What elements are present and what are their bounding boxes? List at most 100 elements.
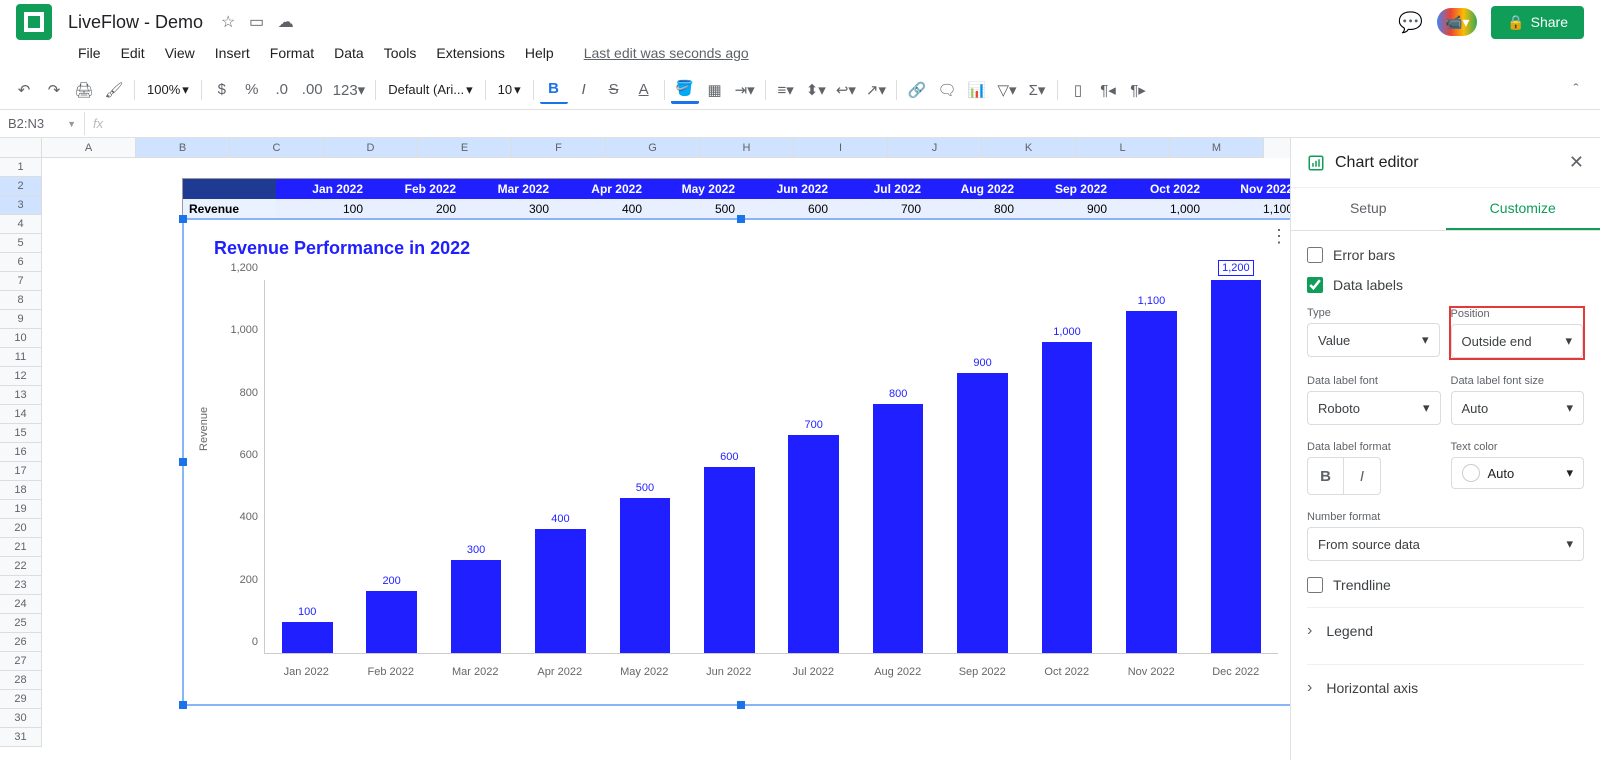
increase-decimal-icon[interactable]: .00: [298, 76, 327, 104]
col-header[interactable]: A: [42, 138, 136, 158]
row-header[interactable]: 19: [0, 500, 42, 519]
collapse-toolbar-icon[interactable]: ˆ: [1562, 76, 1590, 104]
borders-icon[interactable]: ▦: [701, 76, 729, 104]
number-format-select[interactable]: From source data▾: [1307, 527, 1584, 561]
wrap-icon[interactable]: ↩▾: [832, 76, 860, 104]
type-select[interactable]: Value▾: [1307, 323, 1440, 357]
row-header[interactable]: 13: [0, 386, 42, 405]
row-header[interactable]: 30: [0, 709, 42, 728]
rtl-icon-2[interactable]: ¶◂: [1094, 76, 1122, 104]
document-title[interactable]: LiveFlow - Demo: [68, 12, 203, 33]
font-select-datalabel[interactable]: Roboto▾: [1307, 391, 1441, 425]
rtl-icon-3[interactable]: ¶▸: [1124, 76, 1152, 104]
link-icon[interactable]: 🔗: [903, 76, 931, 104]
merge-icon[interactable]: ⇥▾: [731, 76, 759, 104]
row-header[interactable]: 11: [0, 348, 42, 367]
bold-format-button[interactable]: B: [1308, 458, 1344, 494]
position-select[interactable]: Outside end▾: [1451, 324, 1584, 358]
row-header[interactable]: 6: [0, 253, 42, 272]
row-header[interactable]: 9: [0, 310, 42, 329]
menu-data[interactable]: Data: [326, 41, 372, 65]
col-header[interactable]: L: [1076, 138, 1170, 158]
row-header[interactable]: 10: [0, 329, 42, 348]
row-header[interactable]: 31: [0, 728, 42, 747]
row-header[interactable]: 7: [0, 272, 42, 291]
data-labels-checkbox[interactable]: Data labels: [1307, 277, 1584, 293]
row-header[interactable]: 21: [0, 538, 42, 557]
textcolor-select[interactable]: Auto▾: [1451, 457, 1585, 489]
col-header[interactable]: E: [418, 138, 512, 158]
redo-icon[interactable]: ↷: [40, 76, 68, 104]
menu-format[interactable]: Format: [262, 41, 322, 65]
rtl-icon-1[interactable]: ▯: [1064, 76, 1092, 104]
italic-icon[interactable]: I: [570, 76, 598, 104]
col-header[interactable]: D: [324, 138, 418, 158]
col-header[interactable]: C: [230, 138, 324, 158]
row-header[interactable]: 29: [0, 690, 42, 709]
name-box[interactable]: B2:N3▼: [0, 112, 85, 135]
tab-setup[interactable]: Setup: [1291, 188, 1446, 230]
row-header[interactable]: 12: [0, 367, 42, 386]
spreadsheet-area[interactable]: ABCDEFGHIJKLM 12345678910111213141516171…: [0, 138, 1290, 760]
menu-insert[interactable]: Insert: [207, 41, 258, 65]
row-header[interactable]: 14: [0, 405, 42, 424]
col-header[interactable]: H: [700, 138, 794, 158]
font-size-select[interactable]: 10 ▾: [492, 82, 527, 98]
menu-view[interactable]: View: [157, 41, 203, 65]
star-icon[interactable]: ☆: [221, 14, 235, 31]
col-header[interactable]: F: [512, 138, 606, 158]
fill-color-icon[interactable]: 🪣: [671, 76, 699, 104]
insert-chart-icon[interactable]: 📊: [963, 76, 991, 104]
halign-icon[interactable]: ≡▾: [772, 76, 800, 104]
row-header[interactable]: 20: [0, 519, 42, 538]
row-header[interactable]: 3: [0, 196, 42, 215]
row-header[interactable]: 17: [0, 462, 42, 481]
row-header[interactable]: 4: [0, 215, 42, 234]
error-bars-checkbox[interactable]: Error bars: [1307, 247, 1584, 263]
col-header[interactable]: J: [888, 138, 982, 158]
row-header[interactable]: 24: [0, 595, 42, 614]
menu-file[interactable]: File: [70, 41, 109, 65]
menu-extensions[interactable]: Extensions: [428, 41, 512, 65]
currency-icon[interactable]: $: [208, 76, 236, 104]
percent-icon[interactable]: %: [238, 76, 266, 104]
legend-section[interactable]: › Legend: [1307, 607, 1584, 654]
share-button[interactable]: 🔒 Share: [1491, 6, 1584, 39]
comment-add-icon[interactable]: 🗨: [933, 76, 961, 104]
bold-icon[interactable]: B: [540, 76, 568, 104]
paint-format-icon[interactable]: 🖌: [100, 76, 128, 104]
row-header[interactable]: 26: [0, 633, 42, 652]
undo-icon[interactable]: ↶: [10, 76, 38, 104]
strike-icon[interactable]: S: [600, 76, 628, 104]
row-header[interactable]: 28: [0, 671, 42, 690]
row-header[interactable]: 23: [0, 576, 42, 595]
row-header[interactable]: 5: [0, 234, 42, 253]
col-header[interactable]: B: [136, 138, 230, 158]
fontsize-select[interactable]: Auto▾: [1451, 391, 1585, 425]
filter-icon[interactable]: ▽▾: [993, 76, 1021, 104]
chart-menu-icon[interactable]: ⋮: [1270, 226, 1288, 247]
row-header[interactable]: 18: [0, 481, 42, 500]
tab-customize[interactable]: Customize: [1446, 188, 1600, 230]
functions-icon[interactable]: Σ▾: [1023, 76, 1051, 104]
close-icon[interactable]: ✕: [1569, 152, 1584, 173]
trendline-checkbox[interactable]: Trendline: [1307, 577, 1584, 593]
menu-edit[interactable]: Edit: [113, 41, 153, 65]
row-header[interactable]: 25: [0, 614, 42, 633]
col-header[interactable]: M: [1170, 138, 1264, 158]
sheets-logo-icon[interactable]: [16, 4, 52, 40]
text-color-icon[interactable]: A: [630, 76, 658, 104]
col-header[interactable]: I: [794, 138, 888, 158]
menu-tools[interactable]: Tools: [376, 41, 425, 65]
rotate-icon[interactable]: ↗▾: [862, 76, 890, 104]
font-select[interactable]: Default (Ari... ▾: [382, 82, 478, 98]
zoom-select[interactable]: 100% ▾: [141, 82, 195, 98]
horizontal-axis-section[interactable]: › Horizontal axis: [1307, 664, 1584, 711]
row-header[interactable]: 1: [0, 158, 42, 177]
row-header[interactable]: 27: [0, 652, 42, 671]
print-icon[interactable]: 🖨: [70, 76, 98, 104]
col-header[interactable]: G: [606, 138, 700, 158]
more-formats-icon[interactable]: 123▾: [329, 76, 370, 104]
cloud-icon[interactable]: ☁: [278, 14, 294, 31]
col-header[interactable]: K: [982, 138, 1076, 158]
